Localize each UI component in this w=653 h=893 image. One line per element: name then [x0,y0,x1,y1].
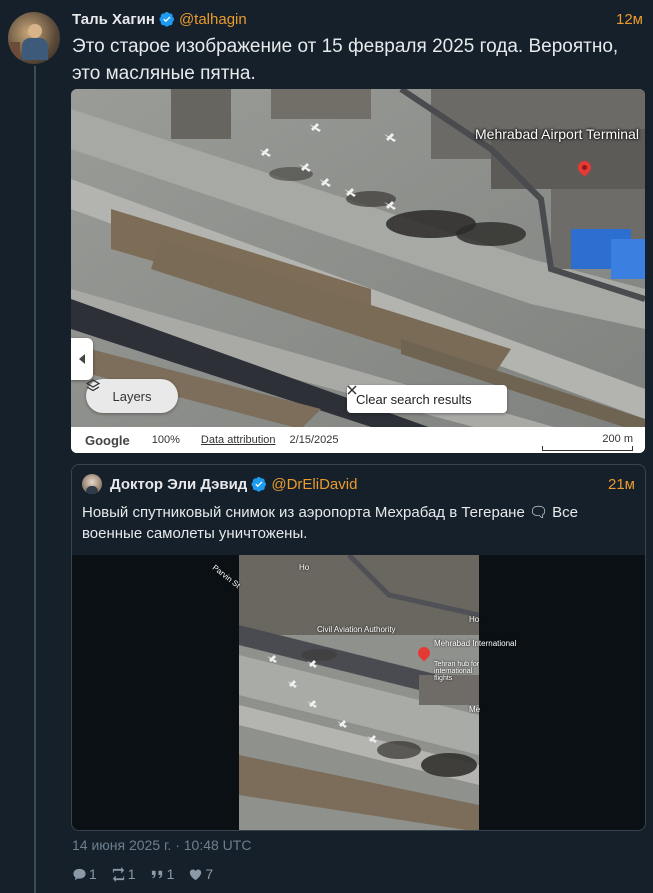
map-footer: Google 100% Data attribution 2/15/2025 2… [71,427,645,453]
retweet-icon [112,866,124,882]
collapse-panel-button[interactable] [71,338,93,380]
scale-bar: 200 m [542,433,633,451]
heart-icon [190,869,202,880]
verified-badge-icon [159,12,174,27]
like-button[interactable]: 7 [188,866,213,882]
layers-button[interactable]: Layers [86,379,178,413]
tweet-header: Таль Хагин @talhagin 12м [72,9,643,29]
reply-button[interactable]: 1 [72,866,97,882]
layers-label: Layers [112,388,152,404]
scale-label: 200 m [602,433,633,445]
map-label-me: Me [469,705,481,714]
quote-author-name[interactable]: Доктор Эли Дэвид [110,476,247,493]
like-count: 7 [205,866,214,882]
map-label-ho-top: Ho [299,563,310,572]
clear-search-button[interactable]: Clear search results [347,385,507,413]
avatar[interactable] [8,12,60,64]
quote-time[interactable]: 21м [608,476,635,493]
data-attribution-link[interactable]: Data attribution [201,434,276,446]
quote-header: Доктор Эли Дэвид @DrEliDavid 21м [82,473,635,495]
terminal-label[interactable]: Mehrabad Airport Terminal [475,126,639,142]
verified-badge-icon [251,477,267,492]
civil-aviation-label: Civil Aviation Authority [317,625,396,634]
tweet-text: Это старое изображение от 15 февраля 202… [72,36,619,84]
retweet-count: 1 [127,866,136,882]
author-name[interactable]: Таль Хагин [72,11,155,28]
layers-icon [86,379,100,392]
quote-button[interactable]: 1 [150,866,175,882]
map-image[interactable]: Mehrabad Airport Terminal Layers Clear s… [71,89,645,453]
zoom-level: 100% [151,434,180,446]
street-label: Parvin St [210,562,242,591]
reply-count: 1 [89,866,97,882]
tweet-time[interactable]: 12м [616,11,643,28]
quote-count: 1 [166,866,175,882]
quote-satellite-image [239,555,479,830]
imagery-date: 2/15/2025 [289,434,339,446]
clear-search-label: Clear search results [356,391,472,407]
quote-icon [151,870,162,878]
tweet-timestamp[interactable]: 14 июня 2025 г. · 10:48 UTC [72,837,251,853]
tehran-hub-label: Tehran hub for international flights [434,661,480,682]
close-icon [347,385,357,395]
thread-line [34,66,36,893]
quote-text: Новый спутниковый снимок из аэропорта Ме… [82,504,579,542]
tweet-actions: 1 1 1 7 [72,866,213,882]
chevron-left-icon [79,354,85,364]
retweet-button[interactable]: 1 [111,866,136,882]
google-logo: Google [85,432,130,448]
quote-media[interactable]: Parvin St Ho Civil Aviation Authority Me… [72,555,645,830]
map-label-ho-mid: Ho [469,615,480,624]
author-handle[interactable]: @talhagin [179,11,247,28]
reply-icon [73,868,86,880]
quoted-tweet[interactable]: Доктор Эли Дэвид @DrEliDavid 21м Новый с… [71,464,646,831]
quote-author-handle[interactable]: @DrEliDavid [271,476,357,493]
quote-avatar[interactable] [82,474,102,494]
mehrabad-label: Mehrabad International [434,639,517,648]
